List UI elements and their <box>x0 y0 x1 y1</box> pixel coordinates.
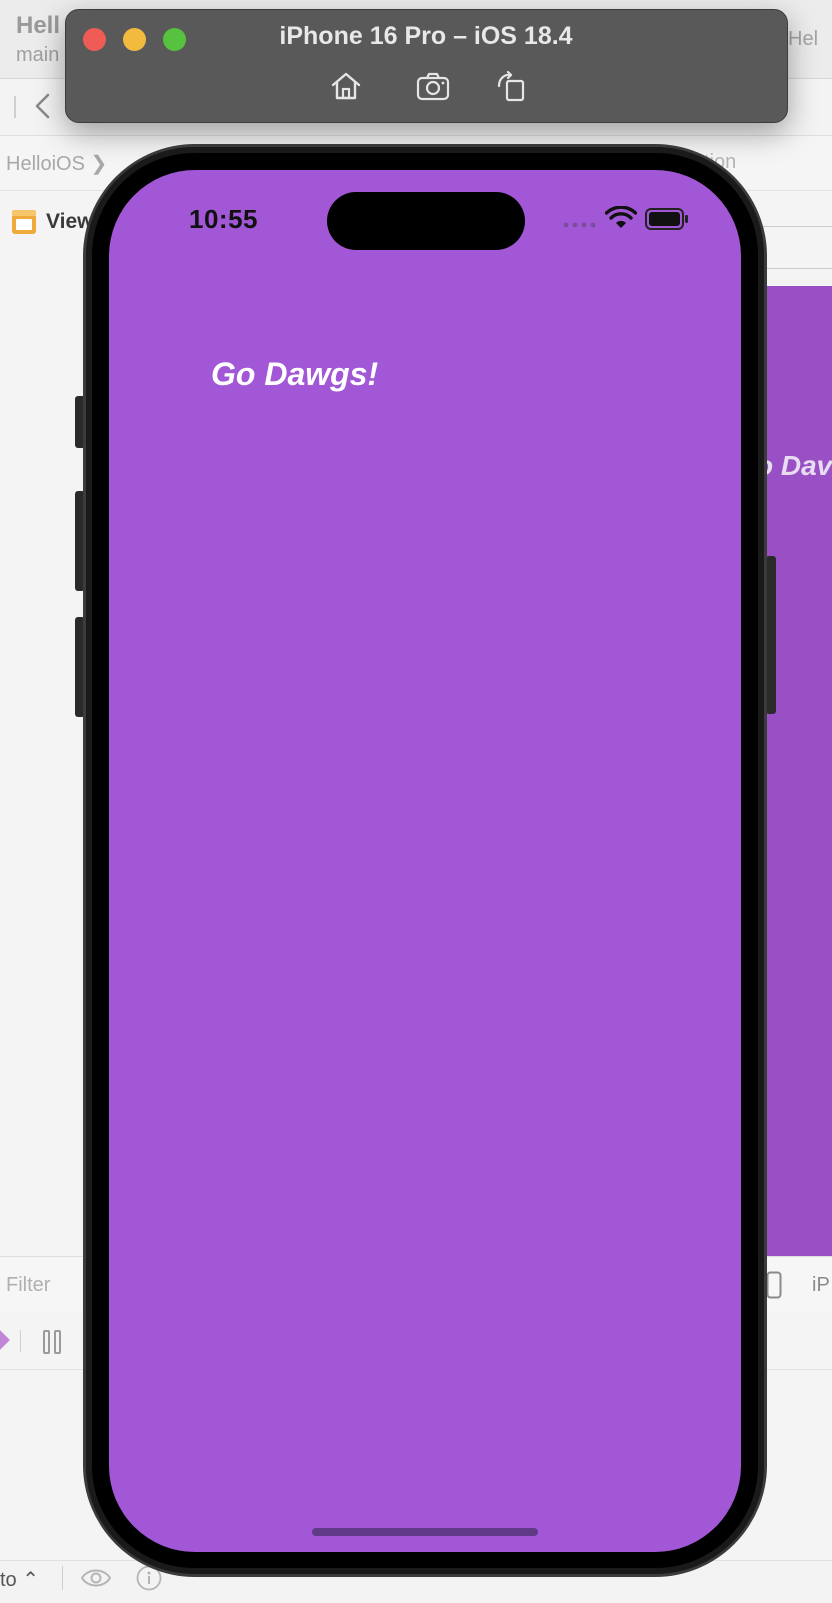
close-window-button[interactable] <box>83 28 106 51</box>
device-screen[interactable]: 10:55 Go Dawgs! <box>109 170 741 1552</box>
home-icon[interactable] <box>328 70 364 102</box>
rotate-icon[interactable] <box>493 70 529 102</box>
project-subtitle: main <box>16 44 60 66</box>
editor-tab[interactable]: Hel <box>788 28 818 51</box>
auto-selector[interactable]: to ⌃ <box>0 1567 39 1592</box>
simulator-window: iPhone 16 Pro – iOS 18.4 <box>65 9 788 123</box>
device-selector-label[interactable]: iP <box>812 1274 830 1297</box>
back-chevron-icon[interactable] <box>30 92 58 120</box>
breadcrumb-project[interactable]: HelloiOS ❯ <box>6 151 107 176</box>
pause-icon[interactable] <box>42 1330 62 1354</box>
wifi-icon <box>605 206 637 228</box>
zoom-window-button[interactable] <box>163 28 186 51</box>
toolbar-divider <box>62 1566 63 1590</box>
cellular-signal-icon <box>563 222 596 228</box>
divider <box>755 226 832 227</box>
minimize-window-button[interactable] <box>123 28 146 51</box>
filter-field[interactable]: Filter <box>6 1274 50 1297</box>
canvas-label-preview: o Dav <box>756 450 832 481</box>
battery-icon <box>645 208 688 230</box>
status-bar-time: 10:55 <box>189 204 258 234</box>
toolbar-divider <box>20 1330 21 1352</box>
side-power-button[interactable] <box>766 556 776 714</box>
eye-icon[interactable] <box>80 1566 112 1590</box>
device-icon[interactable] <box>766 1271 782 1299</box>
go-dawgs-label: Go Dawgs! <box>211 356 379 392</box>
storyboard-scene-icon <box>12 210 36 234</box>
home-indicator[interactable] <box>312 1528 538 1536</box>
project-title: Hell <box>16 12 61 39</box>
camera-icon[interactable] <box>415 70 451 102</box>
simulator-title: iPhone 16 Pro – iOS 18.4 <box>279 22 573 50</box>
dynamic-island <box>327 192 525 250</box>
toolbar-divider <box>14 96 16 118</box>
